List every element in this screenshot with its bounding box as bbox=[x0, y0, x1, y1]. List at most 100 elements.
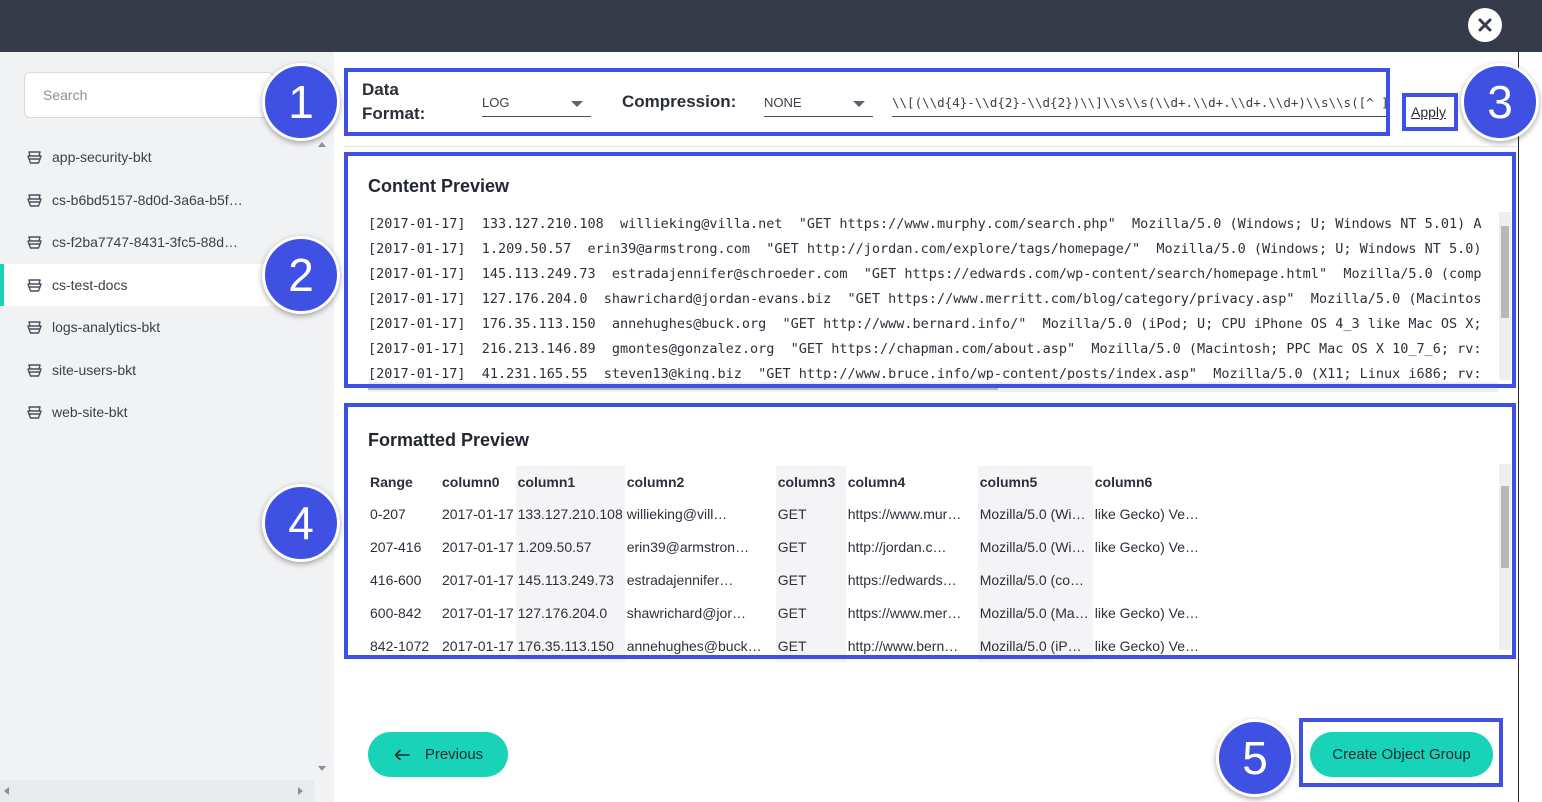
callout-badge-5: 5 bbox=[1216, 719, 1294, 797]
table-cell: Mozilla/5.0 (Wi… bbox=[977, 497, 1093, 530]
scroll-down-arrow-icon[interactable] bbox=[318, 766, 326, 771]
table-cell: 842-1072 bbox=[370, 637, 430, 654]
callout-badge-3: 3 bbox=[1461, 63, 1539, 141]
arrow-left-icon bbox=[394, 749, 410, 760]
table-cell: like Gecko) Ve… bbox=[1094, 604, 1199, 621]
bucket-item[interactable]: cs-b6bd5157-8d0d-3a6a-b5f… bbox=[0, 179, 314, 222]
bucket-icon bbox=[27, 236, 42, 249]
regex-input[interactable]: \\[(\\d{4}-\\d{2}-\\d{2})\\]\\s\\s(\\d+.… bbox=[892, 91, 1386, 117]
table-cell: 2017-01-17 bbox=[442, 604, 514, 621]
content-horizontal-scrollbar[interactable] bbox=[368, 382, 1498, 392]
table-cell: 416-600 bbox=[370, 571, 422, 588]
bucket-label: cs-test-docs bbox=[52, 276, 128, 293]
scrollbar-thumb[interactable] bbox=[368, 384, 998, 390]
table-cell: like Gecko) Ve… bbox=[1094, 637, 1199, 654]
format-row: Data Format: LOG Compression: NONE \\[(\… bbox=[347, 69, 1389, 133]
search-input[interactable] bbox=[24, 72, 274, 118]
table-row: 842-1072 2017-01-17 176.35.113.150 anneh… bbox=[368, 629, 1213, 662]
column-header: column4 bbox=[847, 473, 906, 490]
scroll-left-arrow-icon[interactable] bbox=[4, 787, 9, 795]
log-line: [2017-01-17] 145.113.249.73 estradajenni… bbox=[368, 266, 1482, 282]
table-cell: Mozilla/5.0 (co… bbox=[977, 563, 1093, 596]
table-cell: 0-207 bbox=[370, 505, 406, 522]
bucket-icon bbox=[27, 321, 42, 334]
create-object-group-label: Create Object Group bbox=[1332, 746, 1471, 763]
table-cell: 2017-01-17 bbox=[442, 637, 514, 654]
table-cell: https://www.mer… bbox=[847, 604, 962, 621]
bucket-item[interactable]: web-site-bkt bbox=[0, 391, 314, 434]
column-header: column3 bbox=[775, 466, 846, 497]
apply-button[interactable]: Apply bbox=[1411, 104, 1446, 120]
scrollbar-thumb[interactable] bbox=[1501, 226, 1509, 318]
scrollbar-thumb[interactable] bbox=[1501, 486, 1509, 568]
table-cell: willieking@vill… bbox=[626, 505, 728, 522]
table-cell: 145.113.249.73 bbox=[515, 563, 625, 596]
table-cell: 2017-01-17 bbox=[442, 571, 514, 588]
create-object-group-button[interactable]: Create Object Group bbox=[1310, 732, 1493, 777]
formatted-table: Range column0 column1 column2 column3 co… bbox=[368, 466, 1213, 662]
table-cell: 2017-01-17 bbox=[442, 505, 514, 522]
modal-topbar bbox=[0, 0, 1542, 52]
column-header: column6 bbox=[1094, 473, 1153, 490]
chevron-down-icon bbox=[571, 101, 583, 107]
table-row: 207-416 2017-01-17 1.209.50.57 erin39@ar… bbox=[368, 530, 1213, 563]
bucket-label: cs-f2ba7747-8431-3fc5-88d… bbox=[52, 234, 239, 251]
window-edge bbox=[1518, 52, 1542, 802]
data-format-select[interactable]: LOG bbox=[482, 91, 591, 117]
bucket-label: web-site-bkt bbox=[52, 404, 128, 421]
table-cell: GET bbox=[775, 629, 846, 662]
table-cell: erin39@armstron… bbox=[626, 538, 750, 555]
table-cell: 600-842 bbox=[370, 604, 422, 621]
bucket-item[interactable]: app-security-bkt bbox=[0, 136, 314, 179]
sidebar-vertical-scrollbar[interactable] bbox=[314, 136, 332, 776]
table-cell: 127.176.204.0 bbox=[515, 596, 625, 629]
compression-select[interactable]: NONE bbox=[764, 91, 873, 117]
table-cell: annehughes@buck… bbox=[626, 637, 762, 654]
formatted-vertical-scrollbar[interactable] bbox=[1499, 464, 1511, 650]
table-cell: GET bbox=[775, 596, 846, 629]
table-cell: 207-416 bbox=[370, 538, 422, 555]
table-row: 0-207 2017-01-17 133.127.210.108 williek… bbox=[368, 497, 1213, 530]
previous-button[interactable]: Previous bbox=[368, 732, 508, 777]
content-preview-panel: Content Preview [2017-01-17] 133.127.210… bbox=[347, 154, 1515, 392]
main-panel: Data Format: LOG Compression: NONE \\[(\… bbox=[343, 52, 1518, 802]
scroll-right-arrow-icon[interactable] bbox=[298, 787, 303, 795]
table-cell: like Gecko) Ve… bbox=[1094, 538, 1199, 555]
bucket-label: site-users-bkt bbox=[52, 361, 137, 378]
bucket-icon bbox=[27, 151, 42, 164]
table-cell: like Gecko) Ve… bbox=[1094, 505, 1199, 522]
table-cell: shawrichard@jor… bbox=[626, 604, 746, 621]
compression-label: Compression: bbox=[622, 92, 737, 111]
bucket-icon bbox=[27, 406, 42, 419]
compression-value: NONE bbox=[764, 95, 802, 110]
bucket-label: cs-b6bd5157-8d0d-3a6a-b5f… bbox=[52, 191, 243, 208]
table-cell: Mozilla/5.0 (iP… bbox=[977, 629, 1093, 662]
formatted-preview-panel: Formatted Preview Range column0 column1 … bbox=[347, 408, 1515, 662]
column-header: column1 bbox=[515, 466, 625, 497]
log-line: [2017-01-17] 133.127.210.108 willieking@… bbox=[368, 216, 1482, 232]
table-row: 416-600 2017-01-17 145.113.249.73 estrad… bbox=[368, 563, 1213, 596]
table-row: 600-842 2017-01-17 127.176.204.0 shawric… bbox=[368, 596, 1213, 629]
bucket-item[interactable]: site-users-bkt bbox=[0, 349, 314, 392]
divider bbox=[343, 146, 1518, 147]
log-lines: [2017-01-17] 133.127.210.108 willieking@… bbox=[368, 212, 1498, 380]
bucket-item[interactable]: logs-analytics-bkt bbox=[0, 306, 314, 349]
content-vertical-scrollbar[interactable] bbox=[1499, 212, 1511, 380]
table-cell: https://www.mur… bbox=[847, 505, 962, 522]
column-header: column0 bbox=[442, 473, 500, 490]
formatted-preview-title: Formatted Preview bbox=[368, 430, 530, 450]
table-cell bbox=[1093, 563, 1213, 596]
scroll-up-arrow-icon[interactable] bbox=[318, 142, 326, 147]
previous-label: Previous bbox=[424, 746, 484, 763]
callout-badge-1: 1 bbox=[262, 63, 340, 141]
log-line: [2017-01-17] 1.209.50.57 erin39@armstron… bbox=[368, 241, 1482, 257]
table-cell: 2017-01-17 bbox=[442, 538, 514, 555]
table-cell: Mozilla/5.0 (Wi… bbox=[977, 530, 1093, 563]
chevron-down-icon bbox=[853, 101, 865, 107]
app-root: app-security-bkt cs-b6bd5157-8d0d-3a6a-b… bbox=[0, 0, 1542, 802]
table-header-row: Range column0 column1 column2 column3 co… bbox=[368, 466, 1213, 497]
sidebar-horizontal-scrollbar[interactable] bbox=[0, 780, 314, 802]
close-button[interactable] bbox=[1468, 8, 1502, 42]
bucket-icon bbox=[27, 279, 42, 292]
bucket-label: app-security-bkt bbox=[52, 149, 152, 166]
